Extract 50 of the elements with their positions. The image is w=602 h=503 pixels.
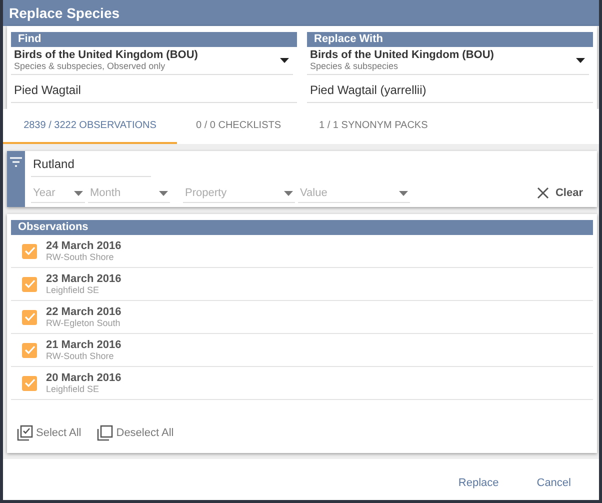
observation-place: RW-South Shore [46,351,115,361]
filter-icon [10,157,22,167]
caret-icon [280,58,289,62]
tab[interactable]: 0 / 0 CHECKLISTS [177,109,300,144]
replace-button[interactable]: Replace [454,475,503,491]
filter-dropdown[interactable]: Value [298,183,410,203]
tab[interactable]: 2839 / 3222 OBSERVATIONS [3,109,177,144]
select-all-button[interactable]: Select All [17,425,82,441]
checkbox[interactable] [22,376,37,390]
checkbox[interactable] [22,310,37,324]
checkbox[interactable] [22,244,37,258]
caret-icon [284,190,293,196]
section-header: Find [11,32,297,47]
cancel-button[interactable]: Cancel [532,475,575,491]
species-field[interactable]: Pied Wagtail (yarrellii) [307,75,593,103]
filter-dropdown[interactable]: Property [183,183,295,203]
checklist-dropdown[interactable]: Birds of the United Kingdom (BOU) Species & subspecies, Observed only [11,47,293,75]
checkbox[interactable] [22,342,37,358]
checklist-note: Species & subspecies, Observed only [14,61,166,71]
filter-dropdown[interactable]: Year [31,183,85,203]
observation-date: 22 March 2016 [46,306,122,318]
caret-icon [74,190,83,196]
observation-place: Leighfield SE [46,285,100,295]
close-icon [537,187,550,199]
observation-place: RW-Egleton South [46,318,122,328]
checklist-note: Species & subspecies [310,61,400,71]
species-field[interactable]: Pied Wagtail [11,75,297,103]
section-header: Observations [11,220,593,235]
clear-button[interactable]: Clear [531,185,589,201]
observation-place: RW-South Shore [46,252,115,262]
caret-icon [159,190,168,196]
observation-date: 23 March 2016 [46,273,122,285]
checklist-name: Birds of the United Kingdom (BOU) [14,49,199,61]
caret-icon [399,190,408,196]
caret-icon [576,58,585,62]
checked-boxes-icon [17,425,33,441]
location-field[interactable]: Rutland [31,151,151,177]
deselect-all-button[interactable]: Deselect All [97,425,174,441]
filter-dropdown[interactable]: Month [88,183,170,203]
observation-place: Leighfield SE [46,384,100,394]
checklist-dropdown[interactable]: Birds of the United Kingdom (BOU) Species & subspecies [307,47,589,75]
checklist-name: Birds of the United Kingdom (BOU) [310,49,495,61]
window-title: Replace Species [3,0,599,26]
checkbox[interactable] [22,276,37,292]
observation-date: 24 March 2016 [46,240,122,252]
empty-boxes-icon [97,425,114,441]
section-header: Replace With [307,32,593,47]
observation-date: 20 March 2016 [46,372,122,384]
tab[interactable]: 1 / 1 SYNONYM PACKS [300,109,447,144]
observation-date: 21 March 2016 [46,339,122,351]
